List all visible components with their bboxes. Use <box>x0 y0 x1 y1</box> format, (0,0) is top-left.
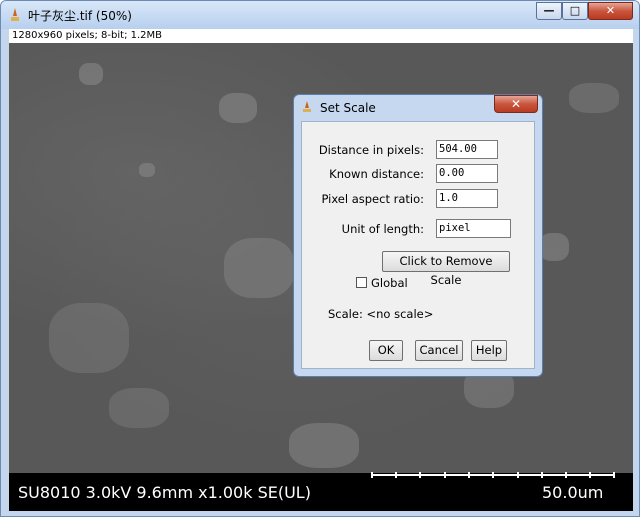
maximize-icon: □ <box>569 4 581 17</box>
distance-label: Distance in pixels: <box>318 143 424 157</box>
close-icon: ✕ <box>605 4 616 17</box>
help-button[interactable]: Help <box>471 340 507 361</box>
particle <box>79 63 103 85</box>
unit-label: Unit of length: <box>341 222 424 236</box>
title-bar[interactable]: 叶子灰尘.tif (50%) — □ ✕ <box>1 1 639 29</box>
image-window: 叶子灰尘.tif (50%) — □ ✕ 1280x960 pixels; 8-… <box>0 0 640 517</box>
particle <box>109 388 169 428</box>
particle <box>139 163 155 177</box>
particle <box>569 83 619 113</box>
dialog-body: Distance in pixels: 504.00 Known distanc… <box>301 121 535 369</box>
sem-parameters: SU8010 3.0kV 9.6mm x1.00k SE(UL) <box>18 483 311 502</box>
dialog-close-button[interactable]: ✕ <box>494 95 538 113</box>
particle <box>289 423 359 468</box>
imagej-microscope-icon <box>11 8 19 21</box>
minimize-icon: — <box>543 4 555 17</box>
remove-scale-button[interactable]: Click to Remove Scale <box>382 251 510 287</box>
cancel-button[interactable]: Cancel <box>415 340 463 361</box>
particle <box>49 303 129 373</box>
window-title: 叶子灰尘.tif (50%) <box>28 9 132 23</box>
unit-field[interactable]: pixel <box>436 219 511 238</box>
aspect-ratio-field[interactable]: 1.0 <box>436 189 498 208</box>
image-info-bar: 1280x960 pixels; 8-bit; 1.2MB <box>9 29 633 43</box>
dialog-title: Set Scale <box>320 101 376 115</box>
minimize-button[interactable]: — <box>536 2 562 20</box>
set-scale-dialog: Set Scale ✕ Distance in pixels: 504.00 K… <box>293 94 543 377</box>
global-checkbox[interactable] <box>356 277 367 288</box>
known-distance-field[interactable]: 0.00 <box>436 164 498 183</box>
imagej-microscope-icon <box>303 101 311 112</box>
global-label: Global <box>371 276 408 290</box>
particle <box>539 233 569 261</box>
aspect-ratio-label: Pixel aspect ratio: <box>321 192 424 206</box>
distance-field[interactable]: 504.00 <box>436 140 498 159</box>
scale-bar <box>371 472 615 478</box>
particle <box>219 93 257 123</box>
maximize-button[interactable]: □ <box>562 2 588 20</box>
ok-button[interactable]: OK <box>369 340 403 361</box>
scale-bar-value: 50.0um <box>542 483 604 502</box>
sem-info-band: SU8010 3.0kV 9.6mm x1.00k SE(UL) 50.0um <box>9 472 633 511</box>
known-distance-label: Known distance: <box>329 167 424 181</box>
close-icon: ✕ <box>510 97 522 111</box>
close-button[interactable]: ✕ <box>588 2 633 20</box>
scale-status: Scale: <no scale> <box>328 307 434 321</box>
particle <box>224 238 294 298</box>
